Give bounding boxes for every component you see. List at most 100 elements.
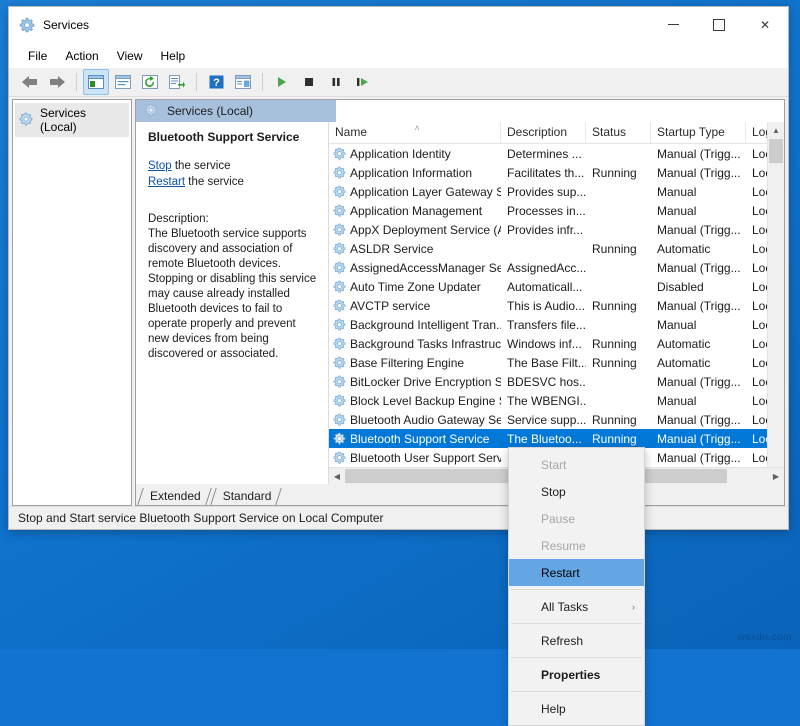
table-row[interactable]: Application Layer Gateway S...Provides s…	[329, 182, 784, 201]
table-row[interactable]: ASLDR ServiceRunningAutomaticLoc	[329, 239, 784, 258]
cell-startup-type: Disabled	[651, 280, 746, 294]
cell-status: Running	[586, 166, 651, 180]
window-body: Services (Local) Services (Local)	[9, 97, 788, 506]
table-row[interactable]: Bluetooth Audio Gateway Se...Service sup…	[329, 410, 784, 429]
table-row[interactable]: Bluetooth Support ServiceThe Bluetoo...R…	[329, 429, 784, 448]
results-pane-title: Services (Local)	[167, 104, 253, 118]
cell-description: The WBENGI...	[501, 394, 586, 408]
table-row[interactable]: Block Level Backup Engine S...The WBENGI…	[329, 391, 784, 410]
stop-service-link[interactable]: Stop	[148, 160, 172, 172]
show-hide-console-tree-icon[interactable]	[83, 69, 109, 95]
cell-status: Running	[586, 413, 651, 427]
service-name: Auto Time Zone Updater	[350, 280, 481, 294]
cell-name: Bluetooth Support Service	[329, 432, 501, 446]
sort-ascending-icon: ˄	[415, 123, 420, 133]
svg-text:?: ?	[213, 77, 220, 89]
column-header-startup-type[interactable]: Startup Type	[651, 122, 746, 143]
context-menu-item-label: Stop	[541, 485, 566, 499]
cell-status: Running	[586, 356, 651, 370]
cell-name: ASLDR Service	[329, 242, 501, 256]
table-row[interactable]: AVCTP serviceThis is Audio...RunningManu…	[329, 296, 784, 315]
table-row[interactable]: AppX Deployment Service (A...Provides in…	[329, 220, 784, 239]
table-row[interactable]: AssignedAccessManager Ser...AssignedAcc.…	[329, 258, 784, 277]
context-menu-item-label: Pause	[541, 512, 575, 526]
tab-standard[interactable]: Standard	[211, 488, 282, 505]
back-arrow-icon[interactable]	[17, 69, 43, 95]
status-bar-text: Stop and Start service Bluetooth Support…	[18, 511, 384, 525]
scroll-right-icon[interactable]: ▶	[768, 468, 784, 484]
scroll-up-icon[interactable]: ▲	[768, 122, 784, 138]
service-name: BitLocker Drive Encryption S...	[350, 375, 501, 389]
cell-description: BDESVC hos...	[501, 375, 586, 389]
column-header-status[interactable]: Status	[586, 122, 651, 143]
cell-startup-type: Automatic	[651, 242, 746, 256]
table-row[interactable]: Application IdentityDetermines ...Manual…	[329, 144, 784, 163]
scroll-left-icon[interactable]: ◀	[329, 468, 345, 484]
close-button[interactable]: ✕	[742, 7, 788, 42]
service-name: Application Information	[350, 166, 472, 180]
context-menu-item-label: Refresh	[541, 634, 583, 648]
menu-help[interactable]: Help	[152, 46, 195, 66]
tree-node-services-local[interactable]: Services (Local)	[15, 103, 129, 137]
cell-name: AVCTP service	[329, 299, 501, 313]
restart-service-icon[interactable]	[350, 69, 376, 95]
table-row[interactable]: Background Intelligent Tran...Transfers …	[329, 315, 784, 334]
cell-status: Running	[586, 299, 651, 313]
cell-name: Base Filtering Engine	[329, 356, 501, 370]
table-row[interactable]: Auto Time Zone UpdaterAutomaticall...Dis…	[329, 277, 784, 296]
service-gear-icon	[333, 185, 346, 198]
cell-description: Facilitates th...	[501, 166, 586, 180]
title-bar: Services ✕	[9, 7, 788, 43]
restart-service-action: Restart the service	[148, 175, 318, 190]
service-name: ASLDR Service	[350, 242, 433, 256]
column-header-description[interactable]: Description	[501, 122, 586, 143]
menu-file[interactable]: File	[19, 46, 56, 66]
export-list-icon[interactable]	[164, 69, 190, 95]
vertical-scroll-thumb[interactable]	[769, 139, 783, 163]
start-service-icon[interactable]	[269, 69, 295, 95]
table-row[interactable]: Background Tasks Infrastruc...Windows in…	[329, 334, 784, 353]
list-header-row: Name ˄ Description Status Startup Type L…	[329, 122, 784, 144]
table-row[interactable]: Base Filtering EngineThe Base Filt...Run…	[329, 353, 784, 372]
table-row[interactable]: Application ManagementProcesses in...Man…	[329, 201, 784, 220]
cell-startup-type: Manual	[651, 318, 746, 332]
column-header-name[interactable]: Name ˄	[329, 122, 501, 143]
cell-startup-type: Manual (Trigg...	[651, 451, 746, 465]
table-row[interactable]: BitLocker Drive Encryption S...BDESVC ho…	[329, 372, 784, 391]
services-gear-icon	[19, 17, 35, 33]
help-icon[interactable]: ?	[203, 69, 229, 95]
tab-extended[interactable]: Extended	[138, 488, 211, 505]
context-menu-item-refresh[interactable]: Refresh	[509, 627, 644, 654]
vertical-scrollbar[interactable]: ▲ ▼	[767, 122, 784, 484]
menu-view[interactable]: View	[108, 46, 152, 66]
service-name: Base Filtering Engine	[350, 356, 464, 370]
table-row[interactable]: Application Information Facilitates th...…	[329, 163, 784, 182]
menu-action[interactable]: Action	[56, 46, 107, 66]
minimize-button[interactable]	[650, 7, 696, 42]
watermark: wsxdn.com	[737, 632, 792, 643]
maximize-icon	[713, 19, 725, 31]
context-menu-item-properties[interactable]: Properties	[509, 661, 644, 688]
cell-startup-type: Manual	[651, 204, 746, 218]
context-menu-item-restart[interactable]: Restart	[509, 559, 644, 586]
properties-icon[interactable]	[110, 69, 136, 95]
stop-service-icon[interactable]	[296, 69, 322, 95]
context-menu-item-stop[interactable]: Stop	[509, 478, 644, 505]
service-gear-icon	[333, 242, 346, 255]
forward-arrow-icon[interactable]	[44, 69, 70, 95]
cell-description: Windows inf...	[501, 337, 586, 351]
toolbar-separator	[262, 73, 263, 91]
toolbar: ?	[9, 68, 788, 97]
show-hide-action-pane-icon[interactable]	[230, 69, 256, 95]
column-header-name-label: Name	[335, 125, 367, 139]
restart-service-link[interactable]: Restart	[148, 176, 185, 188]
maximize-button[interactable]	[696, 7, 742, 42]
context-menu-item-help[interactable]: Help	[509, 695, 644, 722]
cell-description: Provides infr...	[501, 223, 586, 237]
services-window: Services ✕ File Action View Help	[8, 6, 789, 530]
pause-service-icon[interactable]	[323, 69, 349, 95]
cell-description: Provides sup...	[501, 185, 586, 199]
context-menu-item-label: Start	[541, 458, 566, 472]
refresh-icon[interactable]	[137, 69, 163, 95]
context-menu-item-all-tasks[interactable]: All Tasks›	[509, 593, 644, 620]
